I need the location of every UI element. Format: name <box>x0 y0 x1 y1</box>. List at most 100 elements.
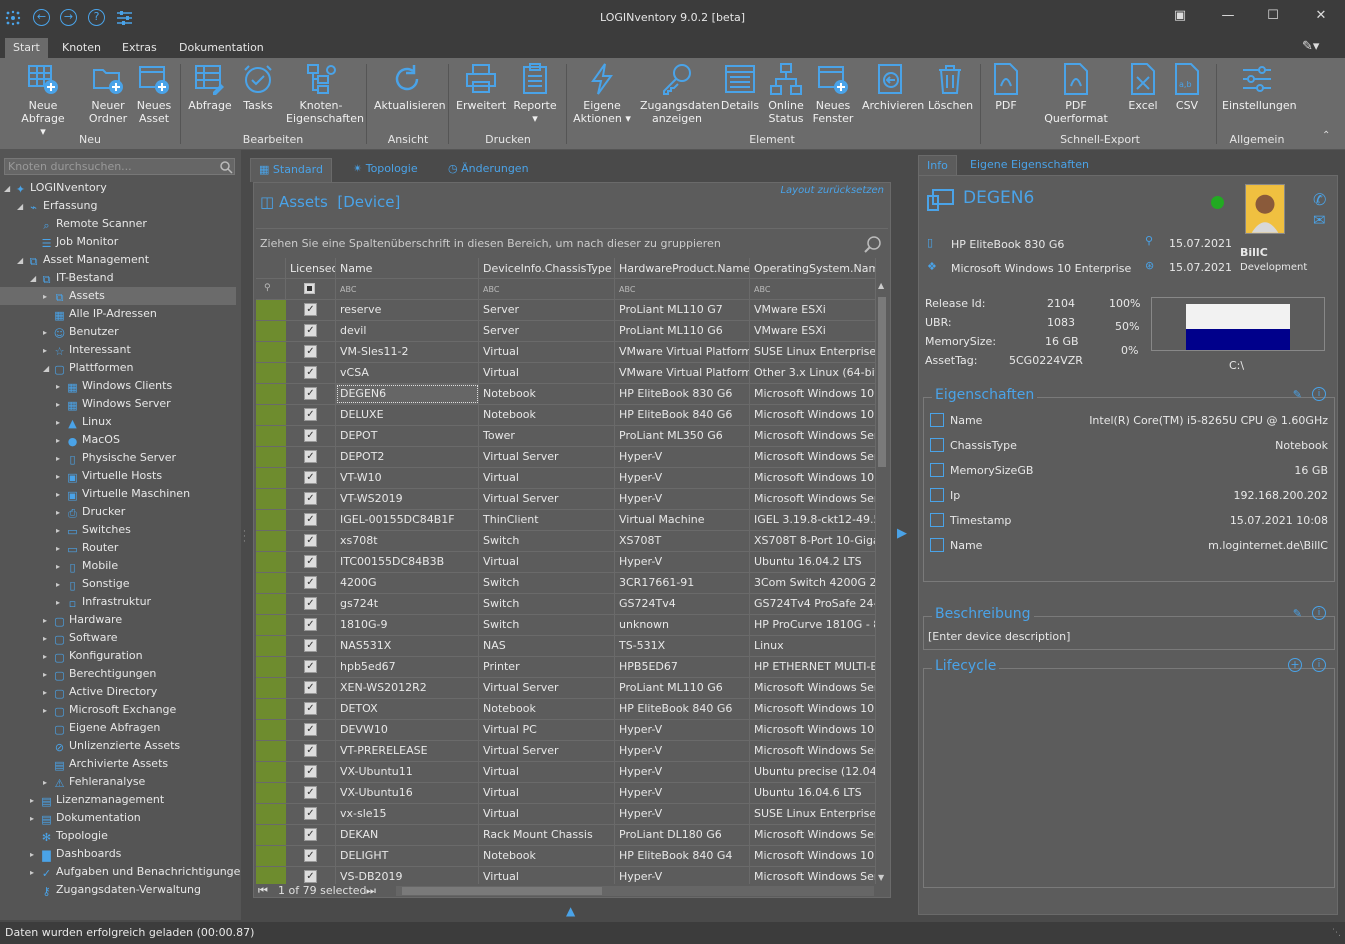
search-icon[interactable] <box>219 160 233 174</box>
tree-item-it-bestand[interactable]: ◢ ⧉ IT-Bestand <box>30 269 114 287</box>
chassis-cell[interactable]: Server <box>479 300 615 320</box>
chassis-cell[interactable]: Notebook <box>479 699 615 719</box>
os-cell[interactable]: XS708T 8-Port 10-Gigabit <box>750 531 876 551</box>
chassis-cell[interactable]: Virtual <box>479 468 615 488</box>
tree-item-sonstige[interactable]: ▸ ▯ Sonstige <box>56 575 130 593</box>
table-row[interactable]: ✓ DELUXE Notebook HP EliteBook 840 G6 Micros… <box>256 405 876 426</box>
table-row[interactable]: ✓ DEPOT Tower ProLiant ML350 G6 Microsoft Wi… <box>256 426 876 447</box>
licensed-checkbox[interactable]: ✓ <box>304 492 317 505</box>
name-cell[interactable]: VT-W10 <box>336 468 479 488</box>
tree-item-aufgaben-und-benachrichtigungen[interactable]: ▸ ✓ Aufgaben und Benachrichtigungen <box>30 863 247 881</box>
new-asset-button[interactable]: Neues Asset <box>134 62 174 125</box>
expand-arrow-icon[interactable]: ▸ <box>43 702 53 720</box>
os-cell[interactable]: SUSE Linux Enterprise 11 <box>750 342 876 362</box>
tree-item-benutzer[interactable]: ▸ ☺ Benutzer <box>43 323 119 341</box>
name-cell[interactable]: xs708t <box>336 531 479 551</box>
table-row[interactable]: ✓ VX-Ubuntu11 Virtual Hyper-V Ubuntu precise… <box>256 762 876 783</box>
tree-item-alle-ip-adressen[interactable]: ▦ Alle IP-Adressen <box>43 305 157 323</box>
licensed-checkbox[interactable]: ✓ <box>304 555 317 568</box>
os-cell[interactable]: 3Com Switch 4200G 24-Po <box>750 573 876 593</box>
table-row[interactable]: ✓ DEKAN Rack Mount Chassis ProLiant DL180 G… <box>256 825 876 846</box>
table-row[interactable]: ✓ 1810G-9 Switch unknown HP ProCurve 1810G -… <box>256 615 876 636</box>
tree-item-software[interactable]: ▸ ▢ Software <box>43 629 118 647</box>
hardware-cell[interactable]: 3CR17661-91 <box>615 573 750 593</box>
table-row[interactable]: ✓ XEN-WS2012R2 Virtual Server ProLiant ML11… <box>256 678 876 699</box>
tree-item-fehleranalyse[interactable]: ▸ ⚠ Fehleranalyse <box>43 773 145 791</box>
name-cell[interactable]: IGEL-00155DC84B1F <box>336 510 479 530</box>
tree-item-archivierte-assets[interactable]: ▤ Archivierte Assets <box>43 755 168 773</box>
tree-item-eigene-abfragen[interactable]: ▢ Eigene Abfragen <box>43 719 160 737</box>
export-csv-button[interactable]: a,b CSV <box>1168 62 1206 112</box>
chassis-cell[interactable]: Switch <box>479 531 615 551</box>
advanced-print-button[interactable]: Erweitert <box>456 62 506 112</box>
expand-arrow-icon[interactable]: ▸ <box>43 612 53 630</box>
chassis-cell[interactable]: Switch <box>479 615 615 635</box>
chassis-cell[interactable]: Printer <box>479 657 615 677</box>
col-header-chassistype[interactable]: DeviceInfo.ChassisType <box>479 258 615 279</box>
expand-arrow-icon[interactable]: ▸ <box>56 450 66 468</box>
tree-search-input[interactable]: Knoten durchsuchen... <box>4 158 235 175</box>
chassis-cell[interactable]: Virtual <box>479 804 615 824</box>
name-cell[interactable]: VM-Sles11-2 <box>336 342 479 362</box>
tab-info[interactable]: Info <box>918 155 957 175</box>
tree-item-hardware[interactable]: ▸ ▢ Hardware <box>43 611 122 629</box>
hardware-cell[interactable]: HP EliteBook 830 G6 <box>615 384 750 404</box>
table-row[interactable]: ✓ devil Server ProLiant ML110 G6 VMware ESXi <box>256 321 876 342</box>
tree-item-macos[interactable]: ▸ ● MacOS <box>56 431 120 449</box>
table-row[interactable]: ✓ vx-sle15 Virtual Hyper-V SUSE Linux Enterp… <box>256 804 876 825</box>
tree-item-unlizenzierte-assets[interactable]: ⊘ Unlizenzierte Assets <box>43 737 180 755</box>
restore-ribbon-icon[interactable]: ▣ <box>1170 8 1190 26</box>
query-button[interactable]: Abfrage <box>188 62 232 112</box>
table-row[interactable]: ✓ DELIGHT Notebook HP EliteBook 840 G4 Micro… <box>256 846 876 867</box>
name-cell[interactable]: VT-PRERELEASE <box>336 741 479 761</box>
os-cell[interactable]: Linux <box>750 636 876 656</box>
expand-arrow-icon[interactable]: ▸ <box>56 396 66 414</box>
table-row[interactable]: ✓ VT-WS2019 Virtual Server Hyper-V Microsoft… <box>256 489 876 510</box>
chassis-cell[interactable]: Switch <box>479 594 615 614</box>
table-row[interactable]: ✓ hpb5ed67 Printer HPB5ED67 HP ETHERNET MULT… <box>256 657 876 678</box>
chassis-cell[interactable]: Virtual Server <box>479 489 615 509</box>
table-row[interactable]: ✓ NAS531X NAS TS-531X Linux <box>256 636 876 657</box>
licensed-checkbox[interactable]: ✓ <box>304 702 317 715</box>
minimize-button[interactable]: — <box>1218 8 1238 26</box>
table-row[interactable]: ✓ VT-W10 Virtual Hyper-V Microsoft Windows 1… <box>256 468 876 489</box>
scroll-up-icon[interactable]: ▲ <box>878 281 884 290</box>
expand-arrow-icon[interactable]: ▸ <box>30 864 40 882</box>
licensed-checkbox[interactable]: ✓ <box>304 366 317 379</box>
tree-item-dokumentation[interactable]: ▸ ▤ Dokumentation <box>30 809 141 827</box>
node-properties-button[interactable]: Knoten-Eigenschaften <box>286 62 364 125</box>
hardware-cell[interactable]: ProLiant ML110 G6 <box>615 321 750 341</box>
tree-item-router[interactable]: ▸ ▭ Router <box>56 539 118 557</box>
name-cell[interactable]: DELUXE <box>336 405 479 425</box>
hardware-cell[interactable]: HP EliteBook 840 G6 <box>615 699 750 719</box>
chassis-cell[interactable]: Virtual PC <box>479 720 615 740</box>
os-cell[interactable]: Microsoft Windows Server <box>750 447 876 467</box>
name-cell[interactable]: NAS531X <box>336 636 479 656</box>
hardware-cell[interactable]: Virtual Machine <box>615 510 750 530</box>
tree-item-windows-server[interactable]: ▸ ▦ Windows Server <box>56 395 171 413</box>
hardware-cell[interactable]: TS-531X <box>615 636 750 656</box>
name-cell[interactable]: DEGEN6 <box>336 384 479 404</box>
table-row[interactable]: ✓ DEPOT2 Virtual Server Hyper-V Microsoft Wi… <box>256 447 876 468</box>
chassis-cell[interactable]: Tower <box>479 426 615 446</box>
tree-item-mobile[interactable]: ▸ ▯ Mobile <box>56 557 118 575</box>
export-pdf-landscape-button[interactable]: PDF Querformat <box>1032 62 1120 125</box>
hardware-cell[interactable]: Hyper-V <box>615 468 750 488</box>
tasks-button[interactable]: Tasks <box>238 62 278 112</box>
licensed-checkbox[interactable]: ✓ <box>304 849 317 862</box>
licensed-checkbox[interactable]: ✓ <box>304 408 317 421</box>
hscroll-thumb[interactable] <box>402 887 602 895</box>
name-cell[interactable]: DEPOT <box>336 426 479 446</box>
name-cell[interactable]: VS-DB2019 <box>336 867 479 884</box>
chassis-cell[interactable]: Virtual Server <box>479 678 615 698</box>
hardware-cell[interactable]: Hyper-V <box>615 804 750 824</box>
os-cell[interactable]: GS724Tv4 ProSafe 24-po <box>750 594 876 614</box>
tab-start[interactable]: Start <box>5 38 48 58</box>
expand-arrow-icon[interactable]: ▸ <box>43 630 53 648</box>
expand-right-icon[interactable]: ▶ <box>897 526 907 541</box>
tree-item-virtuelle-hosts[interactable]: ▸ ▣ Virtuelle Hosts <box>56 467 162 485</box>
licensed-checkbox[interactable]: ✓ <box>304 618 317 631</box>
name-cell[interactable]: VX-Ubuntu11 <box>336 762 479 782</box>
name-cell[interactable]: devil <box>336 321 479 341</box>
name-cell[interactable]: reserve <box>336 300 479 320</box>
